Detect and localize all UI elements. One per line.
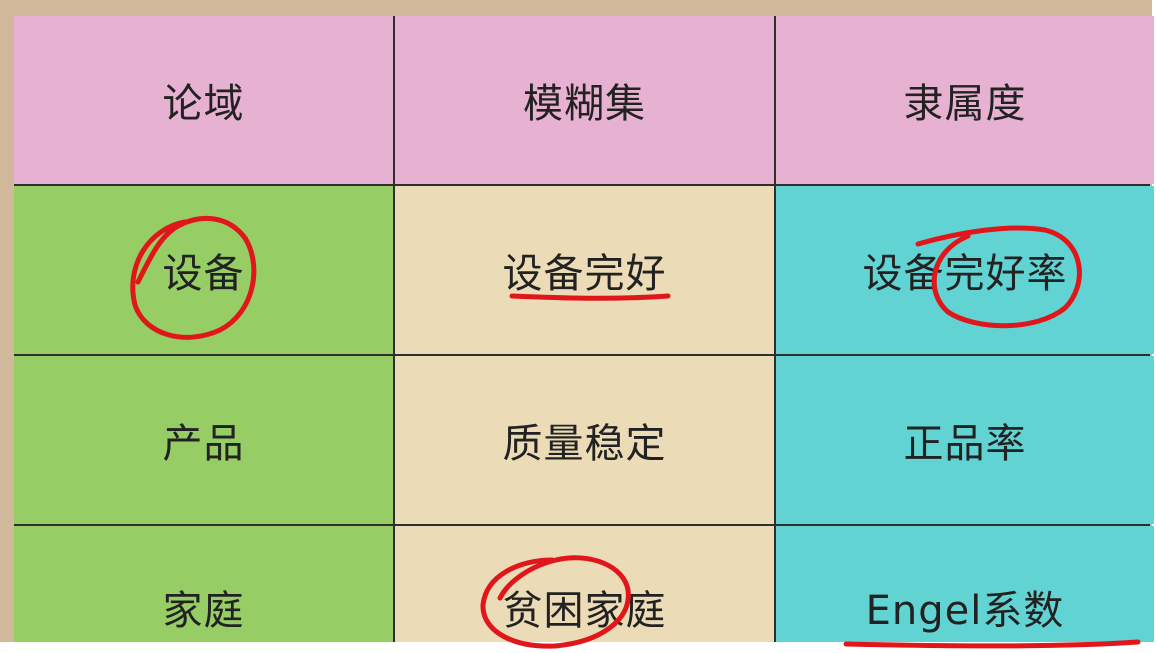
cell-text: 设备	[162, 251, 245, 297]
cell-text: 质量稳定	[502, 421, 667, 467]
bottom-strip	[0, 642, 1156, 653]
cell-text: 正品率	[903, 421, 1027, 467]
fuzzy-set-table: 论域 模糊集 隶属度 设备 设备完好 设备完好率 产品 质量稳定 正品率 家庭 …	[14, 16, 1154, 648]
header-cell-universe: 论域	[14, 16, 393, 184]
cell-text: 家庭	[162, 588, 245, 634]
table-cell: 家庭	[14, 526, 393, 648]
header-cell-fuzzy-set: 模糊集	[395, 16, 774, 184]
table-cell: 设备完好率	[776, 186, 1154, 354]
cell-text: 设备完好率	[862, 251, 1068, 297]
table-cell: 设备	[14, 186, 393, 354]
table-cell: 产品	[14, 356, 393, 524]
header-label: 论域	[162, 81, 245, 127]
table-cell: 正品率	[776, 356, 1154, 524]
header-label: 模糊集	[523, 81, 646, 127]
cell-text: 设备完好	[502, 251, 667, 297]
table-cell: Engel系数	[776, 526, 1154, 648]
table-cell: 质量稳定	[395, 356, 774, 524]
table-cell: 贫困家庭	[395, 526, 774, 648]
table-cell: 设备完好	[395, 186, 774, 354]
header-cell-membership: 隶属度	[776, 16, 1154, 184]
cell-text: 产品	[162, 421, 245, 467]
header-label: 隶属度	[903, 81, 1027, 127]
cell-text: 贫困家庭	[502, 588, 667, 634]
cell-text: Engel系数	[865, 588, 1065, 634]
